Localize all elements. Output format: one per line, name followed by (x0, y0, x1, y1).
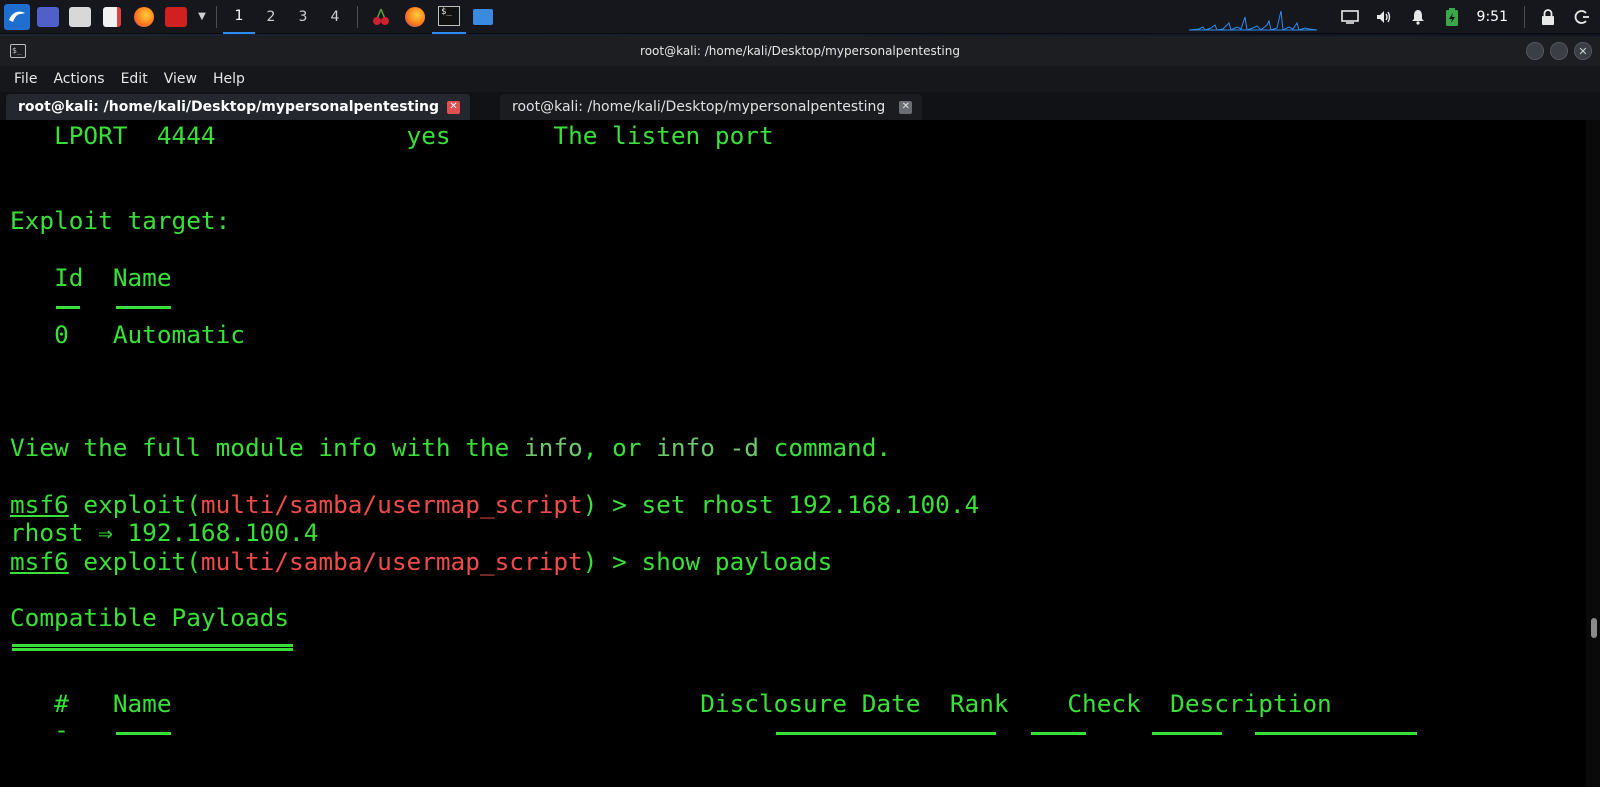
minimize-button[interactable] (1526, 42, 1544, 60)
file-manager-icon[interactable] (66, 3, 94, 31)
tab-terminal-2[interactable]: root@kali: /home/kali/Desktop/mypersonal… (500, 94, 923, 120)
window-title: root@kali: /home/kali/Desktop/mypersonal… (640, 44, 960, 58)
battery-charging-icon[interactable] (1442, 7, 1462, 27)
maximize-button[interactable] (1550, 42, 1568, 60)
kali-menu-icon[interactable] (4, 3, 30, 30)
terminal-icon: $_ (10, 44, 26, 58)
rank-col-underline (1031, 732, 1086, 735)
check-col-underline (1152, 732, 1222, 735)
scrollbar-thumb[interactable] (1591, 618, 1597, 638)
terminal-emulator-icon[interactable] (162, 3, 190, 31)
terminal-task-icon[interactable]: $_ (432, 0, 466, 34)
lock-icon[interactable] (1538, 7, 1558, 27)
tab-label: root@kali: /home/kali/Desktop/mypersonal… (18, 99, 440, 115)
separator (357, 5, 358, 28)
id-underline (56, 306, 80, 309)
cpu-graph-icon (1188, 10, 1317, 31)
desc-col-underline (1255, 732, 1417, 735)
files-task-icon[interactable] (466, 0, 500, 34)
close-button[interactable]: ✕ (1574, 42, 1592, 60)
tab-close-icon[interactable]: ✕ (899, 100, 913, 114)
name-underline (116, 306, 171, 309)
firefox-icon[interactable] (130, 3, 158, 31)
workspace-2[interactable]: 2 (255, 0, 287, 34)
cherrytree-task-icon[interactable] (364, 0, 398, 34)
menu-file[interactable]: File (6, 71, 45, 87)
logout-icon[interactable] (1572, 7, 1592, 27)
tab-label: root@kali: /home/kali/Desktop/mypersonal… (512, 99, 886, 115)
tab-bar: root@kali: /home/kali/Desktop/mypersonal… (0, 92, 1600, 120)
payloads-heading-underline (12, 644, 293, 651)
menubar: File Actions Edit View Help (0, 66, 1600, 92)
firefox-task-icon[interactable] (398, 0, 432, 34)
payloads-header-row: # Name Disclosure Date Rank Check Descri… (54, 689, 1332, 718)
exploit-target-heading: Exploit target: (10, 206, 231, 235)
prompt-line-2: msf6 exploit(multi/samba/usermap_script)… (10, 547, 833, 576)
separator (216, 5, 217, 28)
lport-row: LPORT 4444 yes The listen port (54, 121, 774, 150)
notification-bell-icon[interactable] (1408, 7, 1428, 27)
payloads-heading: Compatible Payloads (10, 603, 290, 632)
terminal-scrollbar[interactable] (1586, 120, 1600, 787)
workspace-3[interactable]: 3 (287, 0, 319, 34)
target-row: 0 Automatic (54, 320, 245, 349)
separator (1524, 6, 1525, 28)
display-icon[interactable] (1340, 7, 1360, 27)
menu-edit[interactable]: Edit (113, 71, 156, 87)
chevron-down-icon[interactable]: ▼ (194, 3, 210, 31)
workspace-4[interactable]: 4 (319, 0, 351, 34)
workspace-1[interactable]: 1 (223, 0, 255, 34)
date-col-underline (776, 732, 996, 735)
show-desktop-icon[interactable] (34, 3, 62, 31)
rhost-output: rhost ⇒ 192.168.100.4 (10, 518, 319, 547)
menu-actions[interactable]: Actions (45, 71, 112, 87)
name-col-underline (116, 732, 171, 735)
close-icon: ✕ (1578, 44, 1588, 58)
terminal-output[interactable]: LPORT 4444 yes The listen port Exploit t… (0, 120, 1586, 787)
top-panel: ▼ 1 2 3 4 $_ 9:51 (0, 0, 1600, 34)
tab-terminal-1[interactable]: root@kali: /home/kali/Desktop/mypersonal… (6, 94, 471, 120)
clock[interactable]: 9:51 (1477, 9, 1508, 25)
window-titlebar[interactable]: $_ root@kali: /home/kali/Desktop/myperso… (0, 36, 1600, 66)
volume-icon[interactable] (1374, 7, 1394, 27)
target-header-row: Id Name (54, 263, 172, 292)
info-line: View the full module info with the info,… (10, 433, 892, 462)
menu-help[interactable]: Help (205, 71, 253, 87)
menu-view[interactable]: View (156, 71, 205, 87)
num-underline: - (54, 715, 69, 744)
prompt-line-1: msf6 exploit(multi/samba/usermap_script)… (10, 490, 980, 519)
tab-close-icon[interactable]: ✕ (447, 100, 461, 114)
text-editor-icon[interactable] (98, 3, 126, 31)
